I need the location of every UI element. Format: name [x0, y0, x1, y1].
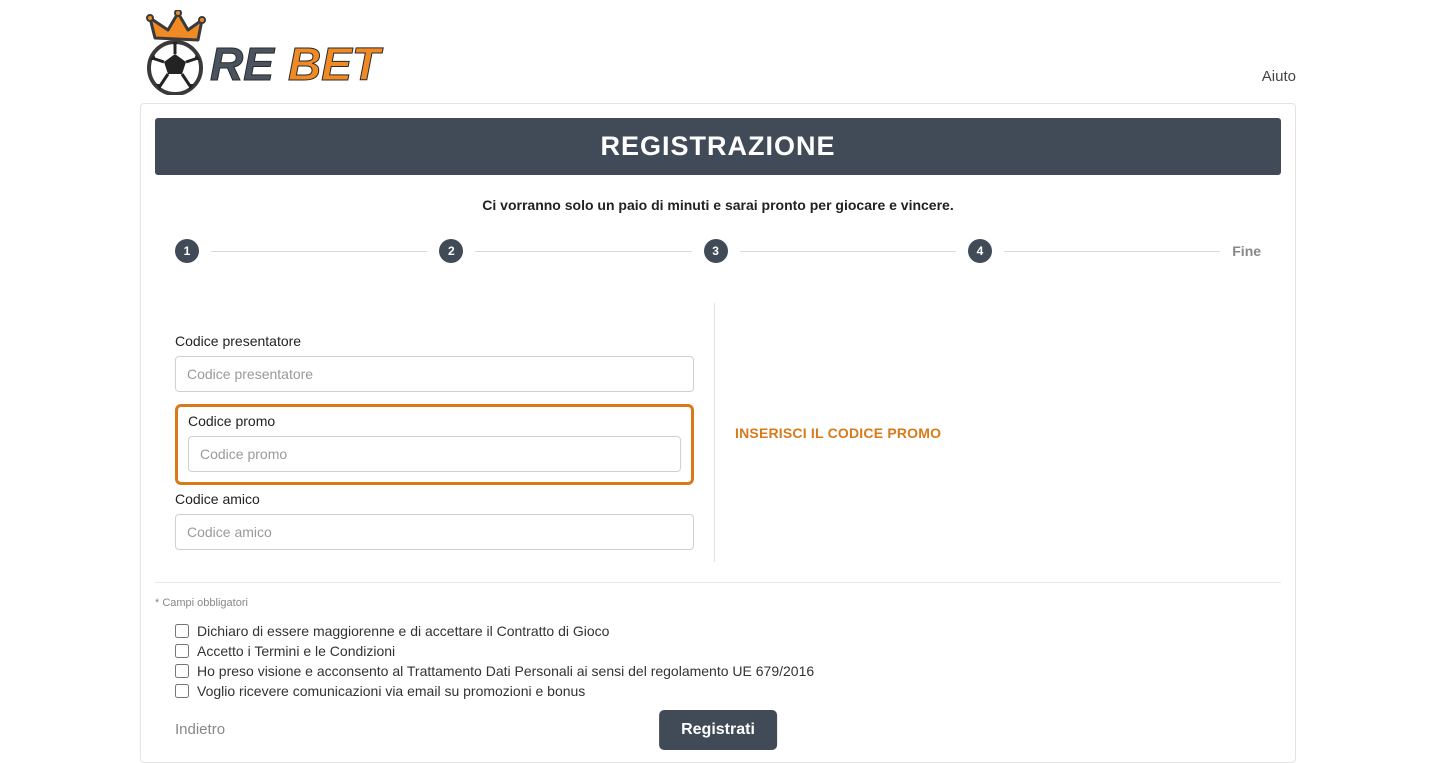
check-adult-label: Dichiaro di essere maggiorenne e di acce…: [197, 623, 609, 639]
page-title: REGISTRAZIONE: [155, 118, 1281, 175]
step-1[interactable]: 1: [175, 239, 199, 263]
friend-code-label: Codice amico: [175, 491, 694, 507]
check-marketing[interactable]: [175, 684, 189, 698]
step-line: [475, 251, 691, 252]
check-adult[interactable]: [175, 624, 189, 638]
back-button[interactable]: Indietro: [175, 721, 225, 738]
mandatory-note: * Campi obbligatori: [155, 597, 1281, 609]
presenter-code-input[interactable]: [175, 356, 694, 392]
check-terms[interactable]: [175, 644, 189, 658]
promo-code-label: Codice promo: [188, 413, 681, 429]
check-terms-label: Accetto i Termini e le Condizioni: [197, 643, 395, 659]
check-privacy-label: Ho preso visione e acconsento al Trattam…: [197, 663, 814, 679]
stepper: 1 2 3 4 Fine: [155, 239, 1281, 303]
page-subtitle: Ci vorranno solo un paio di minuti e sar…: [155, 175, 1281, 239]
promo-hint-text: INSERISCI IL CODICE PROMO: [735, 425, 941, 441]
divider: [155, 582, 1281, 583]
step-3[interactable]: 3: [704, 239, 728, 263]
register-button[interactable]: Registrati: [659, 710, 777, 750]
help-link[interactable]: Aiuto: [1262, 68, 1296, 95]
step-4[interactable]: 4: [968, 239, 992, 263]
step-line: [1004, 251, 1220, 252]
step-line: [211, 251, 427, 252]
svg-text:BET: BET: [288, 38, 384, 90]
step-2[interactable]: 2: [439, 239, 463, 263]
registration-card: REGISTRAZIONE Ci vorranno solo un paio d…: [140, 103, 1296, 763]
presenter-code-label: Codice presentatore: [175, 333, 694, 349]
promo-highlight-box: Codice promo: [175, 404, 694, 485]
svg-text:RE: RE: [210, 38, 275, 90]
friend-code-input[interactable]: [175, 514, 694, 550]
step-fine-label: Fine: [1232, 243, 1261, 259]
check-privacy[interactable]: [175, 664, 189, 678]
rebet-logo: RE BET: [140, 10, 430, 95]
promo-code-input[interactable]: [188, 436, 681, 472]
check-marketing-label: Voglio ricevere comunicazioni via email …: [197, 683, 585, 699]
step-line: [740, 251, 956, 252]
